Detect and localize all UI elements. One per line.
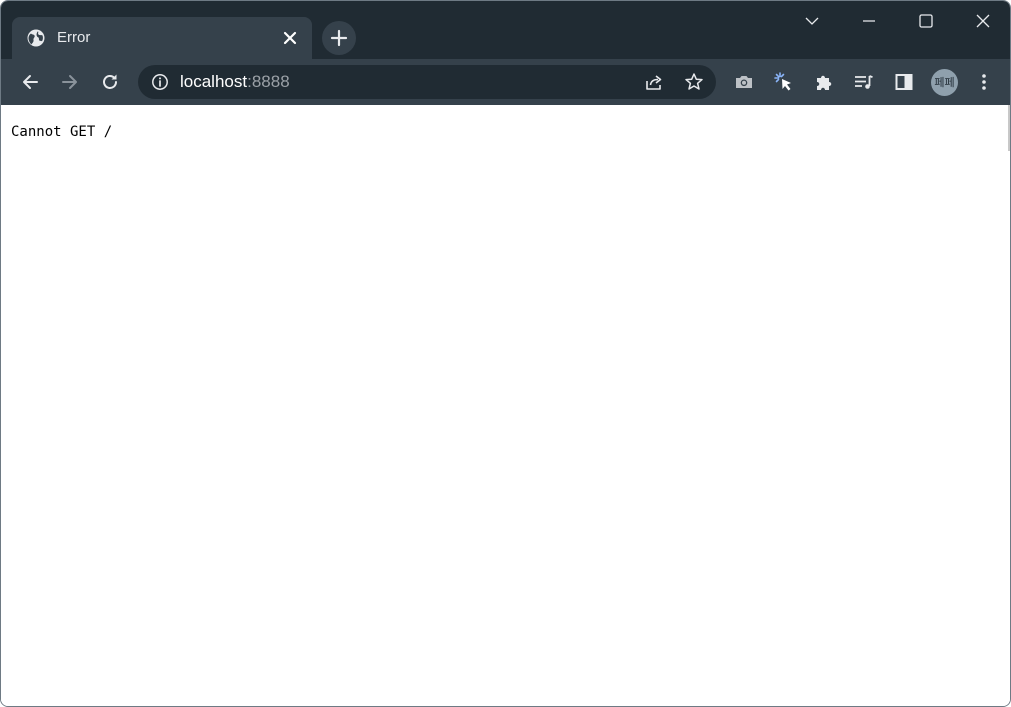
screenshot-extension-button[interactable] bbox=[728, 66, 760, 98]
toolbar: localhost:8888 페페 bbox=[1, 59, 1010, 105]
scrollbar[interactable] bbox=[1008, 105, 1010, 151]
chevron-down-icon bbox=[805, 17, 819, 25]
maximize-button[interactable] bbox=[912, 7, 940, 35]
extensions-button[interactable] bbox=[808, 66, 840, 98]
info-icon[interactable] bbox=[151, 73, 169, 91]
profile-avatar[interactable]: 페페 bbox=[931, 69, 958, 96]
cursor-click-icon bbox=[774, 72, 791, 91]
star-icon[interactable] bbox=[684, 72, 704, 92]
back-button[interactable] bbox=[14, 66, 46, 98]
new-tab-button[interactable] bbox=[322, 21, 356, 55]
arrow-left-icon bbox=[23, 75, 38, 89]
page-content: Cannot GET / bbox=[1, 105, 1010, 706]
media-queue-icon bbox=[855, 75, 873, 89]
arrow-right-icon bbox=[62, 75, 77, 89]
maximize-icon bbox=[919, 14, 933, 28]
close-icon[interactable] bbox=[280, 28, 300, 48]
minimize-icon bbox=[863, 20, 875, 22]
share-icon[interactable] bbox=[644, 72, 664, 92]
reload-icon bbox=[103, 74, 117, 89]
puzzle-icon bbox=[817, 75, 832, 90]
error-message: Cannot GET / bbox=[11, 124, 113, 140]
menu-button[interactable] bbox=[968, 66, 1000, 98]
url-text[interactable]: localhost:8888 bbox=[180, 72, 290, 92]
browser-window: Error localhost:8888 페페 Cannot GET / bbox=[0, 0, 1011, 707]
side-panel-icon bbox=[895, 74, 913, 90]
kebab-menu-icon bbox=[982, 74, 986, 90]
window-close-button[interactable] bbox=[969, 7, 997, 35]
forward-button[interactable] bbox=[54, 66, 86, 98]
cursor-extension-button[interactable] bbox=[768, 66, 800, 98]
globe-icon bbox=[27, 29, 45, 47]
address-bar[interactable]: localhost:8888 bbox=[138, 65, 716, 99]
side-panel-button[interactable] bbox=[888, 66, 920, 98]
camera-icon bbox=[736, 76, 752, 88]
plus-icon bbox=[330, 29, 348, 47]
tab-error[interactable]: Error bbox=[12, 17, 312, 59]
tab-title: Error bbox=[57, 29, 91, 46]
title-bar: Error bbox=[1, 1, 1010, 59]
media-control-button[interactable] bbox=[848, 66, 880, 98]
close-icon bbox=[976, 14, 990, 28]
url-host: localhost bbox=[180, 72, 248, 91]
minimize-button[interactable] bbox=[855, 7, 883, 35]
tab-search-button[interactable] bbox=[798, 7, 826, 35]
url-port: :8888 bbox=[247, 72, 290, 91]
reload-button[interactable] bbox=[94, 66, 126, 98]
